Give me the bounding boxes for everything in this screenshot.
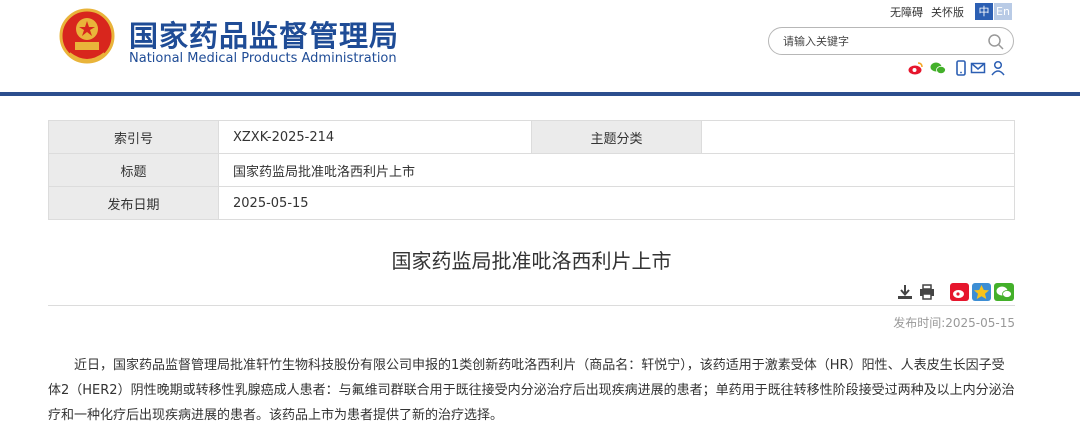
publish-time: 发布时间:2025-05-15 <box>880 314 1015 331</box>
publish-time-value: 2025-05-15 <box>945 316 1015 330</box>
weibo-icon[interactable] <box>908 60 924 76</box>
topic-value <box>701 120 1015 154</box>
national-emblem-icon <box>59 8 115 64</box>
index-label: 索引号 <box>48 120 219 154</box>
search-box[interactable] <box>768 27 1014 55</box>
site-title[interactable]: 国家药品监督管理局 <box>129 13 399 55</box>
date-value: 2025-05-15 <box>218 186 1015 220</box>
share-wechat-icon[interactable] <box>994 283 1014 301</box>
site-subtitle: National Medical Products Administration <box>129 51 397 66</box>
date-label: 发布日期 <box>48 186 219 220</box>
care-version-link[interactable]: 关怀版 <box>931 6 964 19</box>
search-icon[interactable] <box>987 33 1005 51</box>
search-input[interactable] <box>783 33 983 50</box>
title-value: 国家药监局批准吡洛西利片上市 <box>218 153 1015 187</box>
index-value: XZXK-2025-214 <box>218 120 532 154</box>
article-meta-table: 索引号 XZXK-2025-214 主题分类 标题 国家药监局批准吡洛西利片上市… <box>48 120 1015 220</box>
share-weibo-icon[interactable] <box>950 283 969 301</box>
top-links: 无障碍 关怀版 <box>890 4 972 20</box>
lang-zh-button[interactable]: 中 <box>975 3 993 20</box>
table-row: 标题 国家药监局批准吡洛西利片上市 <box>48 153 1015 187</box>
mail-icon[interactable] <box>970 60 986 76</box>
mobile-icon[interactable] <box>953 60 969 76</box>
download-icon[interactable] <box>896 283 914 301</box>
table-row: 发布日期 2025-05-15 <box>48 186 1015 220</box>
table-row: 索引号 XZXK-2025-214 主题分类 <box>48 120 1015 154</box>
topic-label: 主题分类 <box>531 120 702 154</box>
accessibility-link[interactable]: 无障碍 <box>890 6 923 19</box>
wechat-icon[interactable] <box>930 60 946 76</box>
share-qzone-icon[interactable] <box>972 283 991 301</box>
content-divider <box>48 305 1015 306</box>
site-header: 国家药品监督管理局 National Medical Products Admi… <box>0 0 1080 93</box>
user-icon[interactable] <box>990 60 1006 76</box>
article-body: 近日，国家药品监督管理局批准轩竹生物科技股份有限公司申报的1类创新药吡洛西利片（… <box>48 358 1015 423</box>
article-title: 国家药监局批准吡洛西利片上市 <box>391 249 672 273</box>
lang-en-button[interactable]: En <box>994 3 1012 20</box>
print-icon[interactable] <box>918 283 936 301</box>
title-label: 标题 <box>48 153 219 187</box>
header-divider <box>0 92 1080 96</box>
publish-time-label: 发布时间: <box>893 316 946 330</box>
